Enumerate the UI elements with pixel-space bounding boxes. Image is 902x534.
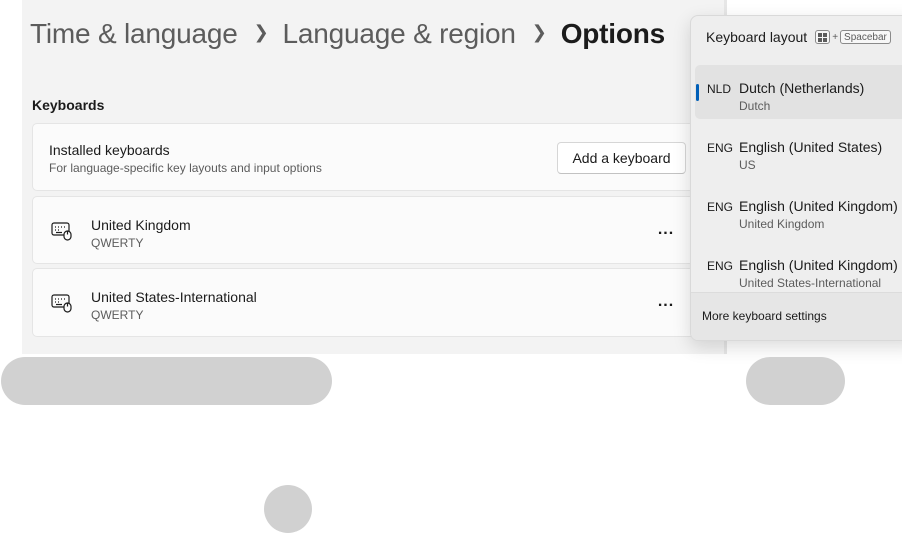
keyboard-name: United Kingdom — [91, 217, 191, 233]
layout-name: Dutch — [739, 99, 771, 113]
left-strip — [0, 0, 22, 354]
installed-keyboards-title: Installed keyboards — [49, 142, 170, 158]
language-name: English (United Kingdom) — [739, 257, 898, 273]
windows-key-icon — [815, 30, 831, 44]
selection-indicator — [696, 84, 699, 101]
breadcrumb-time-language[interactable]: Time & language — [30, 18, 238, 50]
layout-item-english-uk-us-intl[interactable]: ENG English (United Kingdom) United Stat… — [695, 242, 902, 296]
keyboard-name: United States-International — [91, 289, 257, 305]
keyboard-layout: QWERTY — [91, 236, 144, 250]
language-code: ENG — [707, 259, 734, 273]
chevron-right-icon: ❯ — [531, 21, 547, 42]
placeholder-bar — [1, 357, 332, 405]
more-options-icon: ... — [657, 293, 675, 310]
layout-item-english-uk[interactable]: ENG English (United Kingdom) United King… — [695, 183, 902, 237]
shortcut-hint: + Spacebar — [815, 30, 891, 44]
breadcrumb-language-region[interactable]: Language & region — [283, 18, 516, 50]
more-options-icon: ... — [657, 221, 675, 238]
flyout-title: Keyboard layout — [706, 29, 808, 45]
page-title: Options — [560, 18, 666, 49]
layout-name: United Kingdom — [739, 217, 825, 231]
keyboard-layout-flyout: Keyboard layout + Spacebar NLD Dutch (Ne… — [690, 15, 902, 341]
flyout-header: Keyboard layout + Spacebar — [706, 29, 891, 45]
installed-keyboards-subtitle: For language-specific key layouts and in… — [49, 161, 322, 175]
keyboard-icon — [50, 219, 74, 243]
language-code: NLD — [707, 82, 732, 96]
keyboard-layout: QWERTY — [91, 308, 144, 322]
language-name: English (United Kingdom) — [739, 198, 898, 214]
add-keyboard-button[interactable]: Add a keyboard — [557, 142, 686, 174]
layout-item-dutch-netherlands[interactable]: NLD Dutch (Netherlands) Dutch — [695, 65, 902, 119]
more-options-button[interactable]: ... — [651, 289, 681, 315]
chevron-right-icon: ❯ — [253, 21, 269, 42]
installed-keyboards-card: Installed keyboards For language-specifi… — [32, 123, 712, 191]
keyboard-row: United Kingdom QWERTY ... — [32, 196, 712, 264]
spacebar-key: Spacebar — [840, 30, 891, 44]
more-options-button[interactable]: ... — [651, 217, 681, 243]
keyboard-icon — [50, 291, 74, 315]
language-code: ENG — [707, 141, 734, 155]
breadcrumb: Time & language ❯ Language & region ❯ Op… — [30, 12, 665, 56]
language-name: Dutch (Netherlands) — [739, 80, 865, 96]
placeholder-pill — [746, 357, 845, 405]
section-label-keyboards: Keyboards — [32, 97, 105, 113]
layout-name: United States-International — [739, 276, 882, 290]
shortcut-plus: + — [832, 31, 839, 43]
language-name: English (United States) — [739, 139, 883, 155]
more-keyboard-settings-link[interactable]: More keyboard settings — [702, 309, 827, 323]
settings-pane: Time & language ❯ Language & region ❯ Op… — [22, 0, 724, 354]
layout-item-english-us[interactable]: ENG English (United States) US — [695, 124, 902, 178]
flyout-footer: More keyboard settings — [691, 292, 902, 340]
layout-name: US — [739, 158, 756, 172]
keyboard-row: United States-International QWERTY ... — [32, 268, 712, 337]
placeholder-circle — [264, 485, 312, 533]
language-code: ENG — [707, 200, 734, 214]
